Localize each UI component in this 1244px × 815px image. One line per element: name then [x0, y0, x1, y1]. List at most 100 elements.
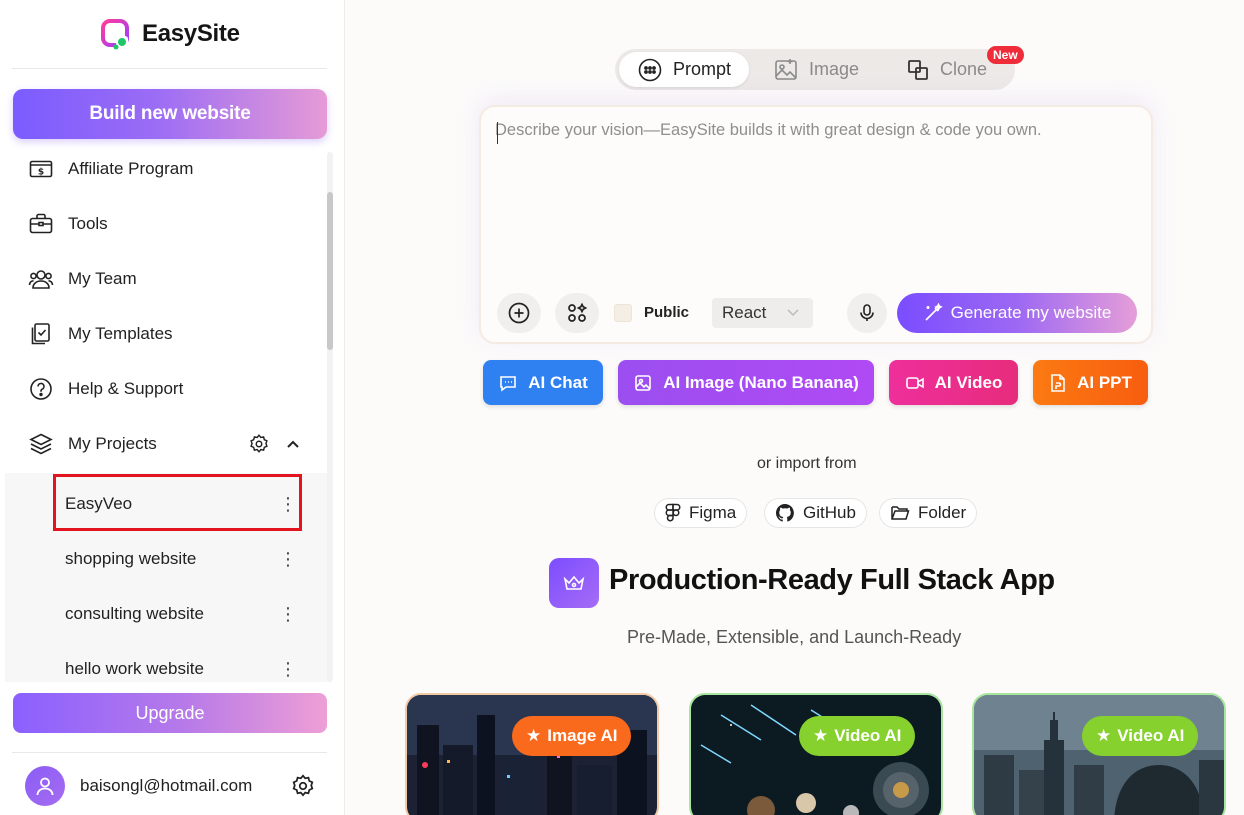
- tab-label: Prompt: [672, 59, 732, 79]
- brand-name: EasySite: [142, 20, 240, 47]
- import-label: or import from: [757, 455, 857, 472]
- components-button[interactable]: [555, 293, 599, 333]
- github-icon: [775, 504, 794, 522]
- generate-website-button[interactable]: Generate my website: [897, 293, 1137, 333]
- public-checkbox[interactable]: [614, 304, 632, 322]
- plus-circle-icon: [508, 302, 530, 324]
- sidebar-item-label: My Team: [68, 269, 137, 288]
- brand-logo[interactable]: EasySite: [100, 18, 240, 50]
- sidebar-item-templates[interactable]: My Templates: [28, 314, 318, 354]
- sidebar-item-team[interactable]: My Team: [28, 259, 318, 299]
- prompt-input[interactable]: [495, 121, 1135, 281]
- tab-image[interactable]: Image: [773, 52, 859, 87]
- folder-icon: [891, 506, 910, 520]
- tab-clone[interactable]: Clone: [906, 52, 987, 87]
- card-badge-label: Video AI: [834, 726, 902, 745]
- card-badge: ★ Video AI: [1082, 716, 1199, 756]
- crown-badge: [549, 558, 599, 608]
- card-badge-label: Video AI: [1117, 726, 1185, 745]
- main-content: Prompt Image Clone New Public React: [345, 0, 1244, 815]
- chevron-down-icon: [787, 309, 799, 317]
- image-icon: [635, 374, 652, 391]
- svg-text:$: $: [38, 168, 44, 178]
- import-folder-button[interactable]: Folder: [879, 498, 978, 528]
- sidebar-item-label: Help & Support: [68, 379, 184, 398]
- add-attachment-button[interactable]: [497, 293, 541, 333]
- scrollbar-thumb[interactable]: [327, 192, 333, 350]
- import-source-label: Folder: [918, 503, 967, 522]
- sidebar-item-label: Tools: [68, 214, 108, 233]
- project-settings-gear-icon[interactable]: [248, 433, 270, 455]
- card-badge: ★ Video AI: [799, 716, 916, 756]
- image-icon: [775, 58, 797, 80]
- voice-input-button[interactable]: [847, 293, 887, 333]
- build-new-website-button[interactable]: Build new website: [13, 89, 327, 139]
- sidebar-item-tools[interactable]: Tools: [28, 204, 318, 244]
- star-icon: ★: [813, 726, 829, 745]
- list-item[interactable]: shopping website ⋮: [65, 539, 305, 579]
- layers-icon: [29, 433, 53, 455]
- ai-video-button[interactable]: AI Video: [889, 360, 1018, 405]
- sidebar-item-label: My Templates: [68, 324, 173, 343]
- more-vertical-icon[interactable]: ⋮: [279, 660, 305, 678]
- star-icon: ★: [1096, 726, 1112, 745]
- toolbox-icon: [29, 213, 53, 234]
- prompt-box: Public React Generate my website: [479, 105, 1153, 344]
- sidebar-item-projects[interactable]: My Projects: [28, 424, 318, 464]
- mode-tabs: Prompt Image Clone: [615, 49, 1015, 90]
- tab-label: Image: [809, 59, 860, 79]
- settings-gear-icon[interactable]: [290, 773, 316, 799]
- import-figma-button[interactable]: Figma: [654, 498, 748, 528]
- divider: [12, 752, 327, 753]
- selected-project-highlight: [53, 474, 302, 531]
- templates-icon: [31, 323, 50, 345]
- template-card[interactable]: ★ Video AI: [972, 693, 1226, 815]
- card-badge: ★ Image AI: [512, 716, 632, 756]
- ai-chat-button[interactable]: AI Chat: [483, 360, 603, 405]
- import-source-label: Figma: [689, 503, 737, 522]
- easysite-logo-icon: [101, 19, 129, 50]
- sidebar-item-affiliate[interactable]: $ Affiliate Program: [28, 149, 318, 189]
- project-name: shopping website: [65, 549, 197, 568]
- framework-select[interactable]: React: [712, 298, 813, 328]
- more-vertical-icon[interactable]: ⋮: [279, 550, 305, 568]
- ai-image-button[interactable]: AI Image (Nano Banana): [618, 360, 874, 405]
- project-name: consulting website: [65, 604, 204, 623]
- crown-icon: [563, 575, 585, 590]
- user-icon: [36, 777, 54, 796]
- avatar[interactable]: [25, 766, 65, 806]
- video-camera-icon: [905, 376, 924, 389]
- ai-ppt-button[interactable]: AI PPT: [1033, 360, 1148, 405]
- document-icon: [1051, 373, 1065, 392]
- new-badge: New: [987, 46, 1024, 64]
- import-github-button[interactable]: GitHub: [764, 498, 867, 528]
- sidebar-item-label: Affiliate Program: [68, 159, 194, 178]
- import-source-label: GitHub: [803, 503, 856, 522]
- section-subtitle: Pre-Made, Extensible, and Launch-Ready: [627, 627, 962, 647]
- sidebar-scrollbar[interactable]: [327, 152, 333, 682]
- sidebar-item-help[interactable]: Help & Support: [28, 369, 318, 409]
- user-email: baisongl@hotmail.com: [80, 776, 253, 795]
- template-card[interactable]: ★ Image AI: [405, 693, 659, 815]
- template-card[interactable]: ★ Video AI: [689, 693, 943, 815]
- tab-prompt[interactable]: Prompt: [619, 52, 749, 87]
- user-profile[interactable]: baisongl@hotmail.com: [25, 766, 252, 806]
- ai-tool-label: AI Chat: [528, 372, 588, 392]
- text-caret: [497, 122, 498, 144]
- sidebar: EasySite Build new website $ Affiliate P…: [0, 0, 345, 815]
- clone-icon: [908, 59, 928, 80]
- list-item[interactable]: consulting website ⋮: [65, 594, 305, 634]
- sidebar-item-label: My Projects: [68, 434, 157, 453]
- divider: [12, 68, 327, 69]
- upgrade-button[interactable]: Upgrade: [13, 693, 327, 733]
- public-label: Public: [644, 304, 690, 321]
- framework-value: React: [722, 303, 767, 322]
- more-vertical-icon[interactable]: ⋮: [279, 605, 305, 623]
- ai-tool-label: AI PPT: [1077, 372, 1132, 392]
- dollar-card-icon: $: [29, 160, 53, 178]
- tab-label: Clone: [940, 59, 988, 79]
- figma-icon: [665, 503, 681, 522]
- chevron-up-icon[interactable]: [285, 436, 301, 452]
- ai-tool-label: AI Image (Nano Banana): [663, 372, 859, 392]
- list-item[interactable]: hello work website ⋮: [65, 649, 305, 682]
